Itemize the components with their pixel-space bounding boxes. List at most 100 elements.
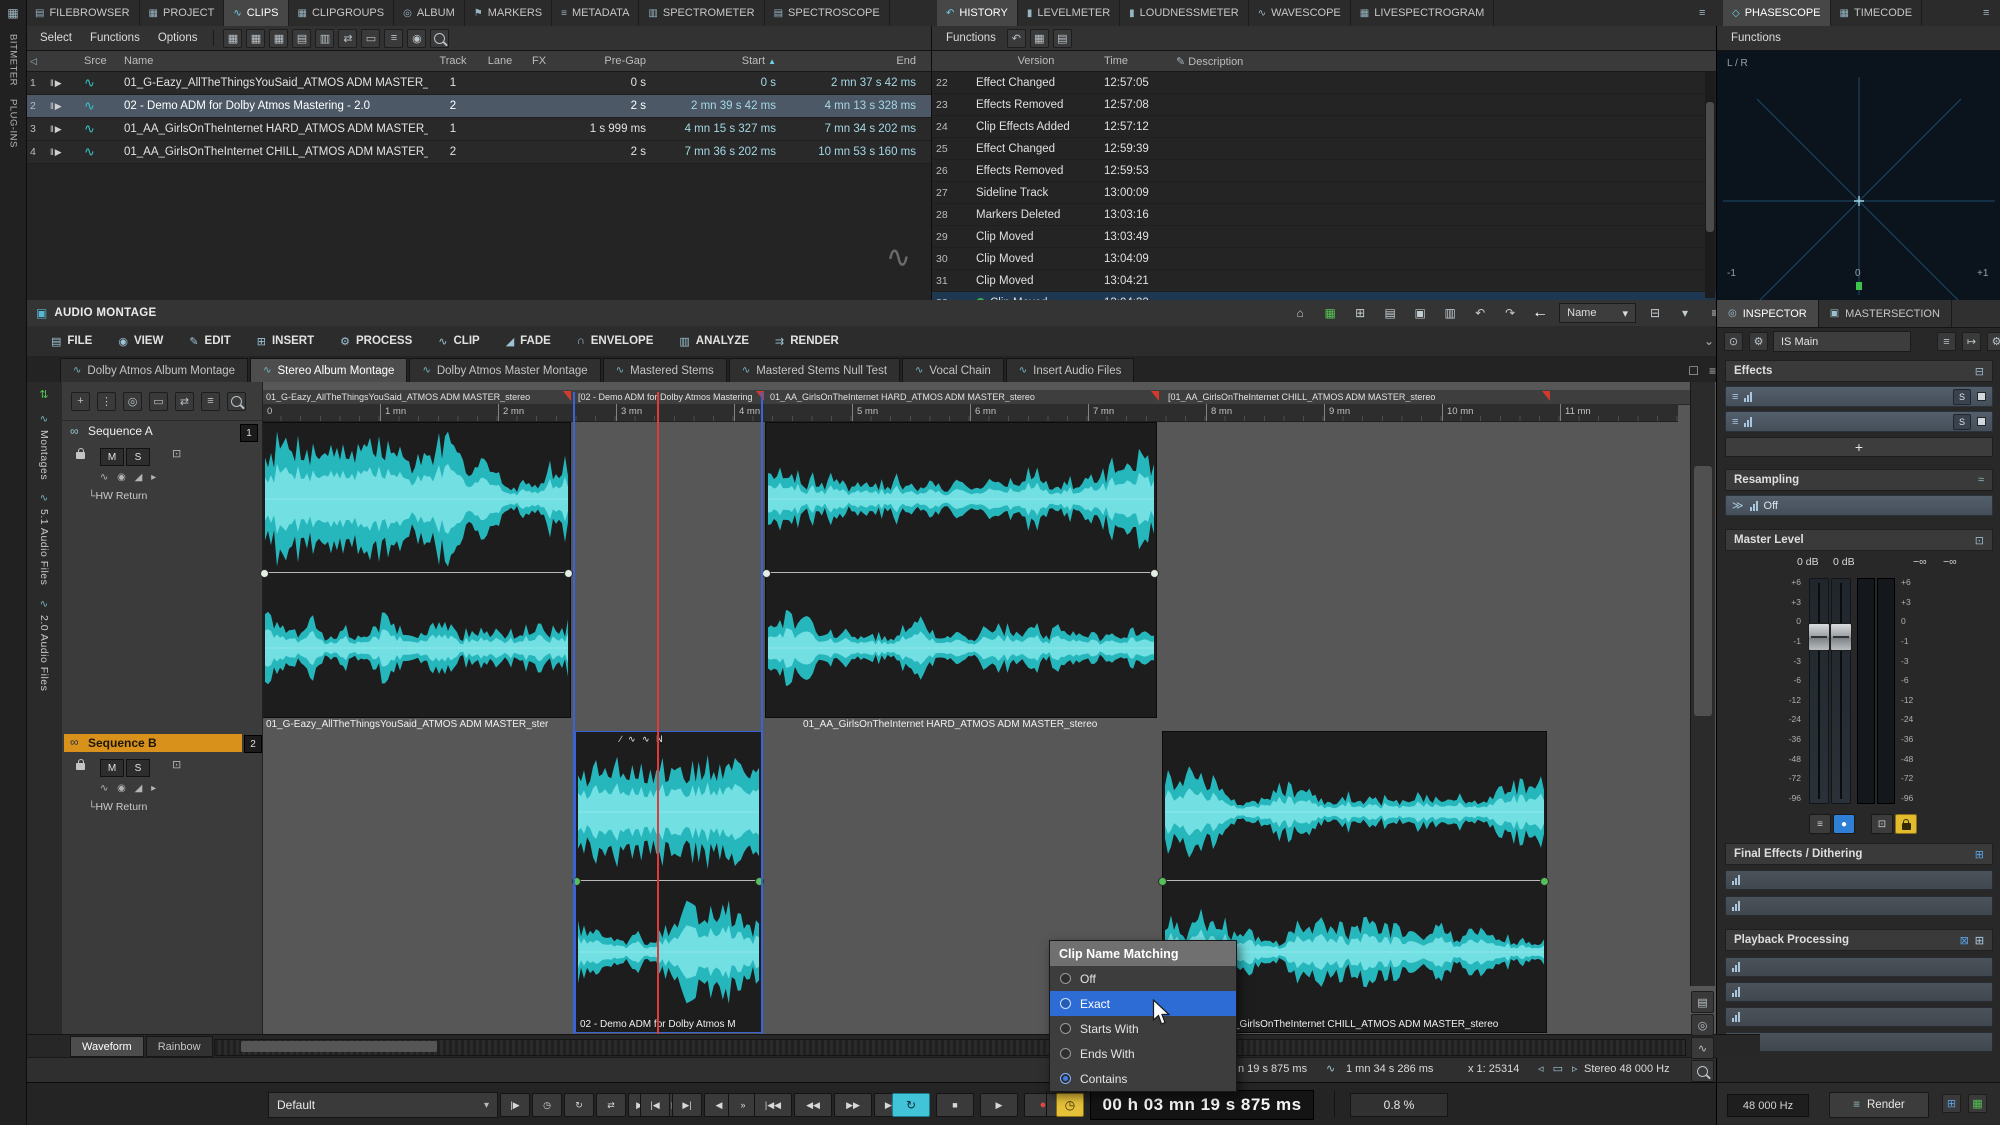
transport-main-button[interactable]: ▶: [980, 1093, 1018, 1117]
zoom-stack-icon[interactable]: ▤: [1691, 991, 1714, 1013]
clips-toolbar-icon[interactable]: ▦: [223, 29, 242, 48]
titlebar-icon[interactable]: ←: [1529, 304, 1551, 322]
clips-toolbar-icon[interactable]: ⇄: [338, 29, 357, 48]
clip-b1-selected[interactable]: [575, 731, 762, 1033]
display-mode-tab[interactable]: Waveform: [70, 1036, 144, 1057]
clip-row[interactable]: 1 ‖▶ ∿ 01_G-Eazy_AllTheThingsYouSaid_ATM…: [26, 72, 931, 95]
start-cell[interactable]: 4 mn 15 s 327 ms: [650, 123, 780, 135]
col-start[interactable]: Start ▲: [650, 55, 780, 67]
col-pregap[interactable]: Pre-Gap: [556, 55, 650, 67]
playback-slot[interactable]: [1725, 982, 1993, 1002]
effect-slot[interactable]: ≡ S: [1725, 386, 1993, 407]
tool-tab[interactable]: ≡ METADATA: [552, 0, 639, 26]
meter-tab[interactable]: ▦ LIVESPECTROGRAM: [1351, 0, 1494, 26]
clips-toolbar-icon[interactable]: ▥: [315, 29, 334, 48]
transport-skip-button[interactable]: ▶▶: [834, 1093, 872, 1117]
titlebar-icon[interactable]: ↶: [1469, 304, 1491, 322]
name-matching-dropdown[interactable]: Name ▾: [1559, 303, 1636, 323]
envelope-node[interactable]: [1150, 569, 1159, 578]
context-menu-item[interactable]: Off: [1050, 966, 1236, 991]
envelope-node[interactable]: [1158, 877, 1167, 886]
hw-return-label[interactable]: └HW Return: [88, 801, 147, 813]
list-icon[interactable]: ≡: [1937, 332, 1956, 351]
final-effect-slot[interactable]: [1725, 870, 1993, 890]
transport-locate-button[interactable]: ▶|: [672, 1093, 702, 1117]
transport-option-button[interactable]: |▶: [500, 1093, 530, 1117]
panel-menu-icon[interactable]: ≡: [1690, 0, 1714, 26]
lock-icon[interactable]: [1895, 814, 1917, 834]
col-end[interactable]: End: [780, 55, 920, 67]
history-row[interactable]: 22 Effect Changed 12:57:05: [932, 72, 1717, 94]
timeline-ruler[interactable]: 0 1 mn 2 mn 3 mn 4 mn 5 mn 6 mn 7 mn 8 m…: [262, 404, 1678, 422]
montage-tab[interactable]: ∿ Mastered Stems: [603, 358, 727, 382]
bypass-box[interactable]: [1977, 392, 1986, 401]
magnifier-icon[interactable]: [1691, 1060, 1714, 1082]
dock-grid-icon[interactable]: ▦: [5, 5, 21, 21]
clip-name-cell[interactable]: 01_G-Eazy_AllTheThingsYouSaid_ATMOS ADM …: [120, 77, 428, 89]
monitor-icon[interactable]: ⊡: [172, 447, 181, 460]
bypass-box[interactable]: [1977, 417, 1986, 426]
solo-button[interactable]: S: [126, 448, 150, 466]
history-scrollbar[interactable]: [1705, 72, 1715, 298]
montage-menu-item[interactable]: ◢ FADE: [493, 326, 564, 356]
envelope-node[interactable]: [564, 569, 573, 578]
col-time[interactable]: Time: [1100, 55, 1172, 67]
end-cell[interactable]: 7 mn 34 s 202 ms: [780, 123, 920, 135]
envelope-node[interactable]: [260, 569, 269, 578]
clips-toolbar-icon[interactable]: ▭: [361, 29, 380, 48]
inspector-tab[interactable]: ▣ MASTERSECTION: [1819, 300, 1952, 327]
tool-tab[interactable]: ∿ CLIPS: [224, 0, 288, 26]
selection-edge-right[interactable]: [761, 392, 763, 1034]
montage-tab[interactable]: ∿ Mastered Stems Null Test: [729, 358, 900, 382]
montage-tab[interactable]: ∿ Dolby Atmos Album Montage: [60, 358, 248, 382]
selection-length-value[interactable]: 1 mn 34 s 286 ms: [1346, 1063, 1433, 1075]
tool-tab[interactable]: ⚑ MARKERS: [465, 0, 552, 26]
lock-icon[interactable]: [76, 759, 85, 773]
col-lane[interactable]: Lane: [478, 55, 522, 67]
lock-icon[interactable]: [76, 448, 85, 462]
end-cell[interactable]: 10 mn 53 s 160 ms: [780, 146, 920, 158]
gear-icon[interactable]: ⚙: [1987, 332, 2000, 351]
playback-speed-value[interactable]: 0.8 %: [1350, 1093, 1448, 1117]
mute-button[interactable]: M: [100, 448, 124, 466]
history-row[interactable]: 29 Clip Moved 13:03:49: [932, 226, 1717, 248]
clip-play-icons[interactable]: ‖▶: [46, 147, 80, 158]
transport-main-button[interactable]: ■: [936, 1093, 974, 1117]
montage-tab[interactable]: ∿ Insert Audio Files: [1006, 358, 1135, 382]
clips-menu-item[interactable]: Select: [32, 30, 80, 46]
track-b-name-highlight[interactable]: Sequence B: [64, 734, 242, 752]
playhead-cursor[interactable]: [657, 392, 659, 1034]
col-version[interactable]: Version: [972, 55, 1100, 67]
clip-play-icons[interactable]: ‖▶: [46, 101, 80, 112]
history-toolbar-icon[interactable]: ▦: [1030, 29, 1049, 48]
history-row[interactable]: 32 Clip Moved 13:04:32: [932, 292, 1717, 300]
start-cell[interactable]: 0 s: [650, 77, 780, 89]
monitor-point-icon[interactable]: ●: [1833, 814, 1855, 834]
playback-slot[interactable]: [1725, 1032, 1993, 1052]
master-level-section-header[interactable]: Master Level ⊡: [1725, 529, 1993, 551]
end-cell[interactable]: 4 mn 13 s 328 ms: [780, 100, 920, 112]
montage-menu-item[interactable]: ▥ ANALYZE: [666, 326, 762, 356]
pregap-cell[interactable]: 1 s 999 ms: [556, 123, 650, 135]
transport-skip-button[interactable]: |◀◀: [754, 1093, 792, 1117]
tab-list-icon[interactable]: ≡: [1709, 364, 1716, 378]
tool-tab[interactable]: ▤ SPECTROSCOPE: [765, 0, 890, 26]
volume-envelope[interactable]: [1163, 880, 1546, 881]
phasescope-functions-menu[interactable]: Functions: [1723, 30, 1789, 46]
titlebar-icon[interactable]: ⊟: [1644, 304, 1666, 322]
tool-tab[interactable]: ▦ PROJECT: [140, 0, 225, 26]
marker-flag[interactable]: [1151, 391, 1159, 401]
effect-slot[interactable]: ≡ S: [1725, 411, 1993, 432]
final-effects-section-header[interactable]: Final Effects / Dithering ⊞: [1725, 843, 1993, 865]
context-menu-item[interactable]: Exact: [1050, 991, 1236, 1016]
volume-envelope[interactable]: [766, 572, 1156, 573]
link-channels-icon[interactable]: ⊡: [1871, 814, 1893, 834]
col-name[interactable]: Name: [120, 55, 428, 67]
clip-a2[interactable]: [765, 422, 1157, 718]
inspector-preset-dropdown[interactable]: IS Main: [1773, 331, 1911, 352]
window-menu-icon[interactable]: ≡: [1974, 0, 1998, 26]
tools-icon[interactable]: ⚙: [1749, 332, 1768, 351]
start-cell[interactable]: 2 mn 39 s 42 ms: [650, 100, 780, 112]
section-icon[interactable]: ⊡: [1975, 534, 1984, 547]
clips-menu-item[interactable]: Functions: [82, 30, 148, 46]
